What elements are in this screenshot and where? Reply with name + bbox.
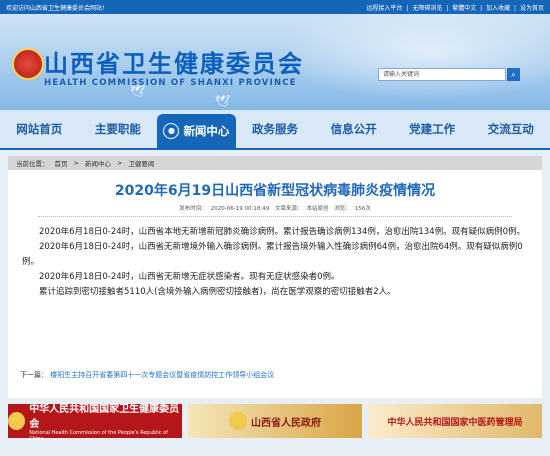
publish-time: 2020-06-19 00:18:49 [210,206,270,212]
breadcrumb: 当前位置： 首页 > 新闻中心 > 卫健要闻 [8,156,542,170]
nhc-banner[interactable]: 中华人民共和国国家卫生健康委员会 National Health Commiss… [8,404,182,442]
top-links: 远程接入平台 | 无障碍浏览 | 繁體中文 | 加入收藏 | 设为首页 [364,3,544,12]
article-meta: 发布时间： 2020-06-19 00:18:49 文章来源： 本站原创 浏览： 15… [38,204,512,217]
publish-label: 发布时间： [179,206,207,212]
dove-icon: 🕊 [130,84,146,98]
link-accessible[interactable]: 无障碍浏览 [412,5,442,12]
article-title: 2020年6月19日山西省新型冠状病毒肺炎疫情情况 [114,183,436,199]
nav-interaction[interactable]: 交流互动 [471,110,550,148]
nav-news-label: 新闻中心 [183,124,230,138]
tcm-title: 中华人民共和国国家中医药管理局 [387,417,523,428]
search-icon[interactable]: ⌕ [507,68,520,81]
views-value: 156次 [354,206,371,212]
nav-functions[interactable]: 主要职能 [79,110,158,148]
nav-party[interactable]: 党建工作 [393,110,472,148]
dove-icon: 🕊 [215,94,231,108]
nav-info[interactable]: 信息公开 [314,110,393,148]
emblem-icon [229,412,247,430]
breadcrumb-separator: > [73,159,79,167]
source-value: 本站原创 [306,206,329,212]
link-favorite[interactable]: 加入收藏 [486,5,510,12]
breadcrumb-current[interactable]: 卫健要闻 [128,158,154,168]
article-body: 2020年6月18日0-24时，山西省本地无新增新冠肺炎确诊病例。累计报告确诊病… [8,217,542,300]
views-label: 浏览： [334,206,351,212]
nav-home[interactable]: 网站首页 [0,110,79,148]
link-divider: | [514,4,517,12]
nhc-text: 中华人民共和国国家卫生健康委员会 National Health Commiss… [29,400,182,442]
link-divider: | [446,4,449,12]
paragraph: 2020年6月18日0-24时，山西省无新增境外输入确诊病例。累计报告境外输入性… [22,242,523,267]
site-title: 山西省卫生健康委员会 [44,50,304,78]
site-title-en: HEALTH COMMISSION OF SHANXI PROVINCE [44,78,297,88]
link-homepage[interactable]: 设为首页 [520,5,544,12]
link-divider: | [406,4,409,12]
next-article: 下一篇： 楼阳生主持召开省委第四十一次专题会议暨省疫情防控工作领导小组会议 [20,370,274,380]
article-container: 2020年6月19日山西省新型冠状病毒肺炎疫情情况 发布时间： 2020-06-1… [8,170,542,398]
search-input[interactable]: 请输入关键词 [378,68,506,81]
main-nav: 网站首页 主要职能 ● 新闻中心 政务服务 信息公开 党建工作 交流互动 [0,110,550,150]
paragraph: 2020年6月18日0-24时，山西省本地无新增新冠肺炎确诊病例。累计报告确诊病… [39,227,526,237]
next-label: 下一篇： [20,371,48,379]
footer-logos: 中华人民共和国国家卫生健康委员会 National Health Commiss… [8,404,542,442]
nhc-subtitle: National Health Commission of the People… [29,430,168,442]
breadcrumb-news[interactable]: 新闻中心 [85,158,111,168]
next-article-link[interactable]: 楼阳生主持召开省委第四十一次专题会议暨省疫情防控工作领导小组会议 [50,371,274,379]
emblem-icon [8,412,26,430]
nav-news[interactable]: ● 新闻中心 [157,114,236,148]
breadcrumb-home[interactable]: 首页 [55,158,68,168]
globe-icon: ● [163,123,180,139]
top-bar: 欢迎访问山西省卫生健康委员会网站！ 远程接入平台 | 无障碍浏览 | 繁體中文 … [0,0,550,14]
link-traditional[interactable]: 繁體中文 [452,5,476,12]
tcm-banner[interactable]: 中华人民共和国国家中医药管理局 [368,404,542,438]
header-banner: 山西省卫生健康委员会 HEALTH COMMISSION OF SHANXI P… [0,14,550,110]
paragraph: 累计追踪到密切接触者5110人(含境外输入病例密切接触者)，尚在医学观察的密切接… [39,287,396,297]
shanxi-gov-banner[interactable]: 山西省人民政府 [188,404,362,438]
emblem-icon [12,48,44,80]
nhc-title: 中华人民共和国国家卫生健康委员会 [29,404,180,430]
link-remote-access[interactable]: 远程接入平台 [366,5,402,12]
shanxi-gov-title: 山西省人民政府 [251,417,321,429]
paragraph: 2020年6月18日0-24时，山西省无新增无症状感染者。现有无症状感染者0例。 [39,272,340,282]
breadcrumb-label: 当前位置： [16,160,49,168]
nav-services[interactable]: 政务服务 [236,110,315,148]
welcome-text: 欢迎访问山西省卫生健康委员会网站！ [6,4,109,12]
link-divider: | [480,4,483,12]
source-label: 文章来源： [274,206,303,212]
breadcrumb-separator: > [116,159,123,167]
